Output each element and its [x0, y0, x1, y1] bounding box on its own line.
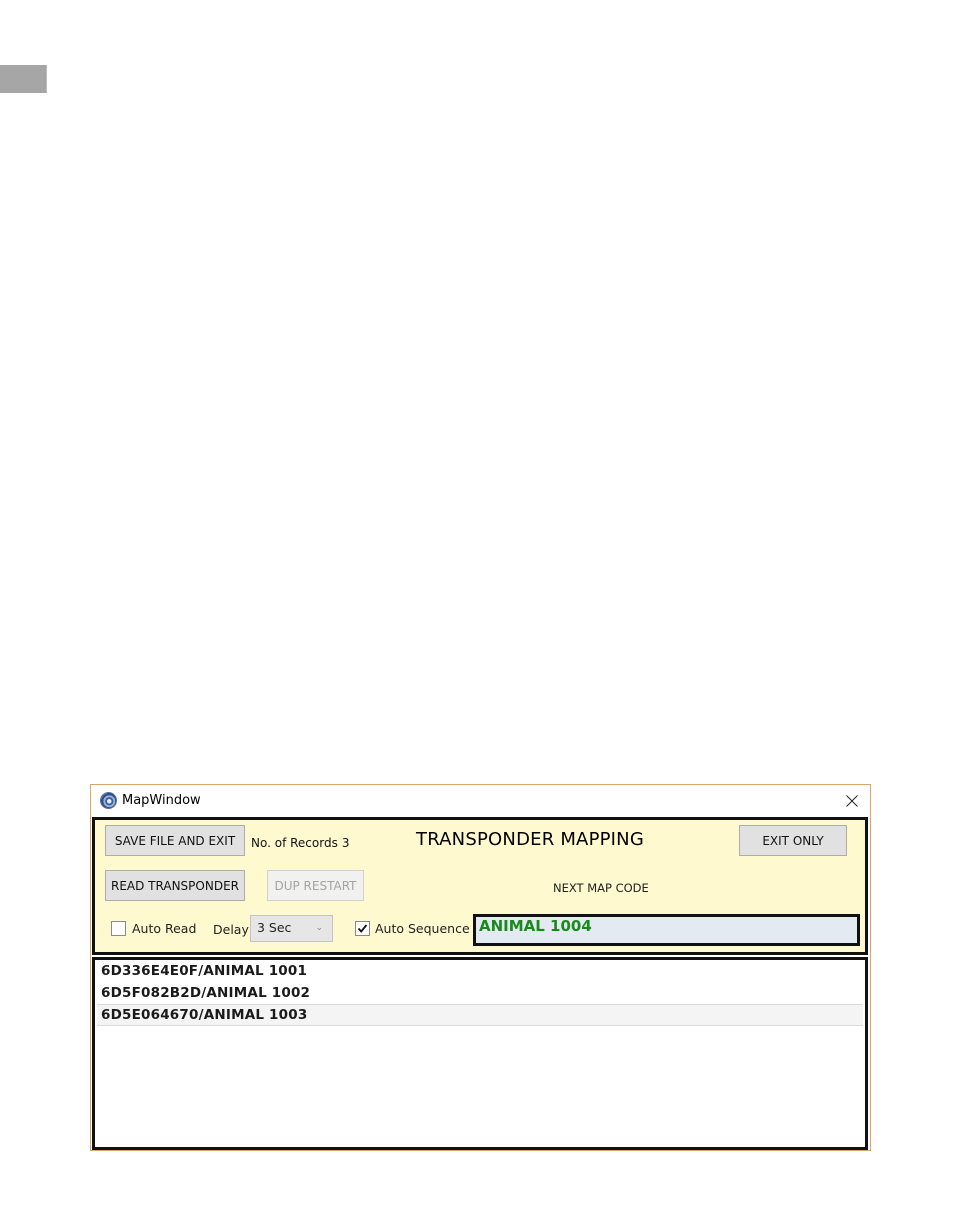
records-count-display: No. of Records 3: [251, 836, 349, 850]
globe-icon: [100, 792, 117, 809]
checkmark-icon: [357, 924, 368, 933]
control-panel: SAVE FILE AND EXIT No. of Records 3 TRANS…: [92, 817, 868, 955]
close-icon: [846, 795, 858, 807]
delay-select[interactable]: 3 Sec ⌄: [250, 915, 333, 942]
delay-selected-value: 3 Sec: [257, 920, 292, 935]
map-window: MapWindow SAVE FILE AND EXIT No. of Reco…: [90, 784, 871, 1151]
list-item[interactable]: 6D336E4E0F/ANIMAL 1001: [97, 961, 863, 983]
auto-sequence-label: Auto Sequence: [375, 921, 470, 936]
records-count: 3: [341, 836, 350, 850]
auto-sequence-checkbox[interactable]: [355, 921, 370, 936]
save-file-and-exit-button[interactable]: SAVE FILE AND EXIT: [105, 825, 245, 856]
records-label: No. of Records: [251, 836, 338, 850]
records-list[interactable]: 6D336E4E0F/ANIMAL 1001 6D5F082B2D/ANIMAL…: [92, 957, 868, 1150]
title-bar: MapWindow: [91, 785, 870, 816]
next-map-code-label: NEXT MAP CODE: [553, 881, 649, 895]
auto-read-label: Auto Read: [132, 921, 197, 936]
delay-label: Delay: [213, 922, 249, 937]
list-item-selected[interactable]: 6D5E064670/ANIMAL 1003: [97, 1004, 863, 1026]
next-map-code-input[interactable]: ANIMAL 1004: [473, 914, 860, 946]
chevron-down-icon: ⌄: [315, 923, 323, 933]
dup-restart-button[interactable]: DUP RESTART: [267, 870, 364, 901]
exit-only-button[interactable]: EXIT ONLY: [739, 825, 847, 856]
page-title: TRANSPONDER MAPPING: [416, 829, 645, 850]
page-tab-marker: [0, 65, 47, 93]
window-title: MapWindow: [122, 793, 201, 808]
read-transponder-button[interactable]: READ TRANSPONDER: [105, 870, 245, 901]
list-item[interactable]: 6D5F082B2D/ANIMAL 1002: [97, 983, 863, 1005]
close-button[interactable]: [840, 789, 864, 813]
auto-read-checkbox[interactable]: [111, 921, 126, 936]
